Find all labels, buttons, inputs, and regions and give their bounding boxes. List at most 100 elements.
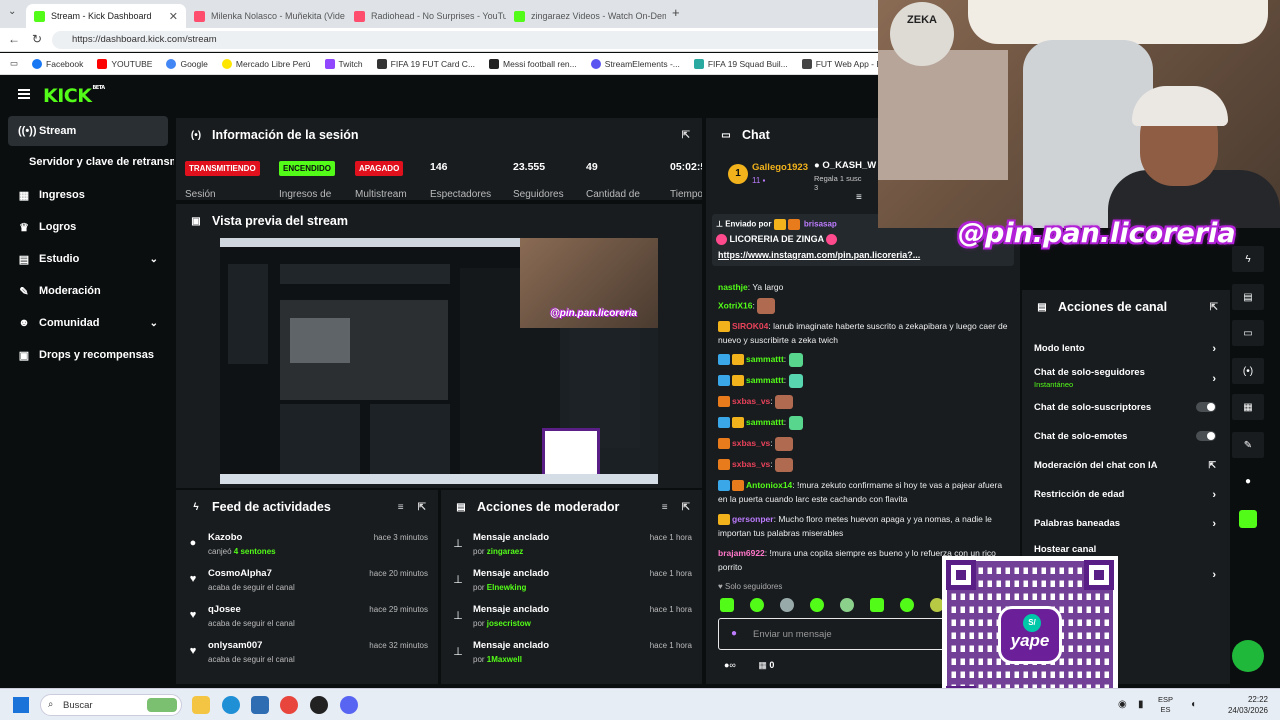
bookmark-apps-icon[interactable]: ▭	[10, 58, 18, 69]
chat-username[interactable]: sammattt	[746, 375, 784, 385]
rail-lightning-icon[interactable]: ϟ	[1232, 246, 1264, 272]
mod-user[interactable]: zingaraez	[487, 547, 523, 556]
tab-kick-videos[interactable]: zingaraez Videos - Watch On-Dem ✕	[506, 4, 666, 28]
rail-notes-icon[interactable]: ▤	[1232, 284, 1264, 310]
close-tab-icon[interactable]: ✕	[169, 10, 178, 23]
chat-username[interactable]: sxbas_vs	[732, 396, 770, 406]
discord-icon[interactable]	[340, 696, 358, 714]
bookmark[interactable]: Twitch	[324, 58, 363, 69]
emote-icon[interactable]	[720, 598, 734, 612]
activity-user[interactable]: onlysam007	[208, 640, 262, 651]
microphone-icon[interactable]: ●	[731, 628, 737, 639]
wifi-icon[interactable]: ◉	[1118, 699, 1127, 710]
emotes-only-toggle[interactable]	[1196, 431, 1216, 441]
chrome-icon[interactable]	[280, 696, 298, 714]
popout-icon[interactable]: ⇱	[682, 130, 690, 141]
rail-people-icon[interactable]: ●	[1232, 468, 1264, 494]
emote-icon[interactable]	[870, 598, 884, 612]
chat-username[interactable]: Antoniox14	[746, 480, 792, 490]
sidebar-item-ingresos[interactable]: ▦ Ingresos	[8, 180, 168, 210]
windows-start-icon[interactable]	[13, 697, 29, 713]
chat-username[interactable]: brajam6922	[718, 548, 765, 558]
language-indicator[interactable]: ESP ES	[1158, 695, 1173, 715]
action-followers-only[interactable]: Chat de solo-seguidores Instantáneo ›	[1034, 367, 1216, 389]
bookmark[interactable]: FIFA 19 FUT Card C...	[376, 58, 475, 69]
bookmark[interactable]: YOUTUBE	[97, 58, 152, 69]
chat-username[interactable]: SIROK04	[732, 321, 768, 331]
menu-icon[interactable]	[18, 89, 30, 99]
pinned-sender[interactable]: brisasap	[804, 220, 837, 229]
emote-icon[interactable]	[840, 598, 854, 612]
volume-icon[interactable]: ◖	[1190, 699, 1196, 710]
sidebar-item-estudio[interactable]: ▤ Estudio ⌄	[8, 244, 168, 274]
rail-broadcast-icon[interactable]: (•)	[1232, 358, 1264, 384]
reload-icon[interactable]: ↻	[32, 32, 42, 46]
bookmark[interactable]: Messi football ren...	[489, 58, 577, 69]
filter-icon[interactable]: ≡	[398, 502, 404, 513]
edge-icon[interactable]	[222, 696, 240, 714]
points-icon[interactable]: ▦	[758, 660, 767, 670]
chat-username[interactable]: sammattt	[746, 417, 784, 427]
action-slow-mode[interactable]: Modo lento ›	[1034, 343, 1216, 355]
chat-username[interactable]: gersonper	[732, 514, 774, 524]
popout-icon[interactable]: ⇱	[1210, 302, 1218, 313]
emote-icon[interactable]	[780, 598, 794, 612]
sidebar-subitem-server-key[interactable]: Servidor y clave de retransm	[29, 156, 174, 168]
gifter-name[interactable]: ● O_KASH_W	[814, 160, 876, 171]
rail-app-icon[interactable]	[1232, 506, 1264, 532]
action-host-channel[interactable]: Hostear canal	[1034, 544, 1216, 555]
action-banned-words[interactable]: Palabras baneadas ›	[1034, 518, 1216, 530]
chat-username[interactable]: XotriX16	[718, 300, 753, 310]
filter-icon[interactable]: ≡	[662, 502, 668, 513]
top-gifter-name[interactable]: Gallego1923	[752, 162, 808, 173]
back-icon[interactable]: ←	[8, 32, 20, 46]
sidebar-item-stream[interactable]: ((•)) Stream	[8, 116, 168, 146]
tab-youtube-2[interactable]: Radiohead - No Surprises - YouTu ✕	[346, 4, 506, 28]
rail-layout-icon[interactable]: ▦	[1232, 394, 1264, 420]
sidebar-item-moderacion[interactable]: ✎ Moderación	[8, 276, 168, 306]
emote-icon[interactable]	[900, 598, 914, 612]
activity-user[interactable]: CosmoAlpha7	[208, 568, 272, 579]
stream-preview-video[interactable]: @pin.pan.licoreria	[220, 238, 658, 484]
subs-only-toggle[interactable]	[1196, 402, 1216, 412]
tab-search-icon[interactable]: ⌄	[8, 6, 16, 17]
rail-wrench-icon[interactable]: ✎	[1232, 432, 1264, 458]
activity-user[interactable]: Kazobo	[208, 532, 242, 543]
taskbar-search[interactable]: ⌕ Buscar	[40, 694, 182, 716]
action-ai-moderation[interactable]: Moderación del chat con IA ⇱	[1034, 460, 1216, 471]
store-icon[interactable]	[251, 696, 269, 714]
support-chat-icon[interactable]	[1232, 640, 1264, 672]
emote-icon[interactable]	[750, 598, 764, 612]
chat-username[interactable]: nasthje	[718, 282, 748, 292]
obs-icon[interactable]	[310, 696, 328, 714]
popout-icon[interactable]: ⇱	[418, 502, 426, 513]
sidebar-item-comunidad[interactable]: ☻ Comunidad ⌄	[8, 308, 168, 338]
emote-icon[interactable]	[810, 598, 824, 612]
mod-user[interactable]: josecristow	[487, 619, 531, 628]
bookmark[interactable]: StreamElements -...	[590, 58, 680, 69]
kick-logo[interactable]: KICKBETA	[43, 85, 105, 107]
file-explorer-icon[interactable]	[192, 696, 210, 714]
tab-youtube-1[interactable]: Milenka Nolasco - Muñekita (Vide ✕	[186, 4, 346, 28]
new-tab-icon[interactable]: +	[672, 5, 680, 20]
taskbar-clock[interactable]: 22:22 24/03/2026	[1228, 694, 1268, 716]
tab-stream-dashboard[interactable]: Stream - Kick Dashboard ✕	[26, 4, 186, 28]
chat-username[interactable]: sammattt	[746, 354, 784, 364]
bookmark[interactable]: Facebook	[32, 58, 83, 69]
chat-username[interactable]: sxbas_vs	[732, 459, 770, 469]
gift-users-icon[interactable]: ●∞	[724, 660, 736, 670]
sidebar-item-drops[interactable]: ▣ Drops y recompensas	[8, 340, 168, 370]
microphone-icon[interactable]: ▮	[1138, 699, 1144, 710]
sidebar-item-logros[interactable]: ♛ Logros	[8, 212, 168, 242]
action-age-restriction[interactable]: Restricción de edad ›	[1034, 489, 1216, 501]
rail-chat-icon[interactable]: ▭	[1232, 320, 1264, 346]
bookmark[interactable]: Google	[166, 58, 208, 69]
mod-user[interactable]: Elnewking	[487, 583, 527, 592]
bookmark[interactable]: FIFA 19 Squad Buil...	[693, 58, 788, 69]
activity-user[interactable]: qJosee	[208, 604, 241, 615]
chat-username[interactable]: sxbas_vs	[732, 438, 770, 448]
bookmark[interactable]: Mercado Libre Perú	[221, 58, 311, 69]
mod-user[interactable]: 1Maxwell	[487, 655, 522, 664]
popout-icon[interactable]: ⇱	[682, 502, 690, 513]
pinned-link[interactable]: https://www.instagram.com/pin.pan.licore…	[718, 250, 920, 260]
